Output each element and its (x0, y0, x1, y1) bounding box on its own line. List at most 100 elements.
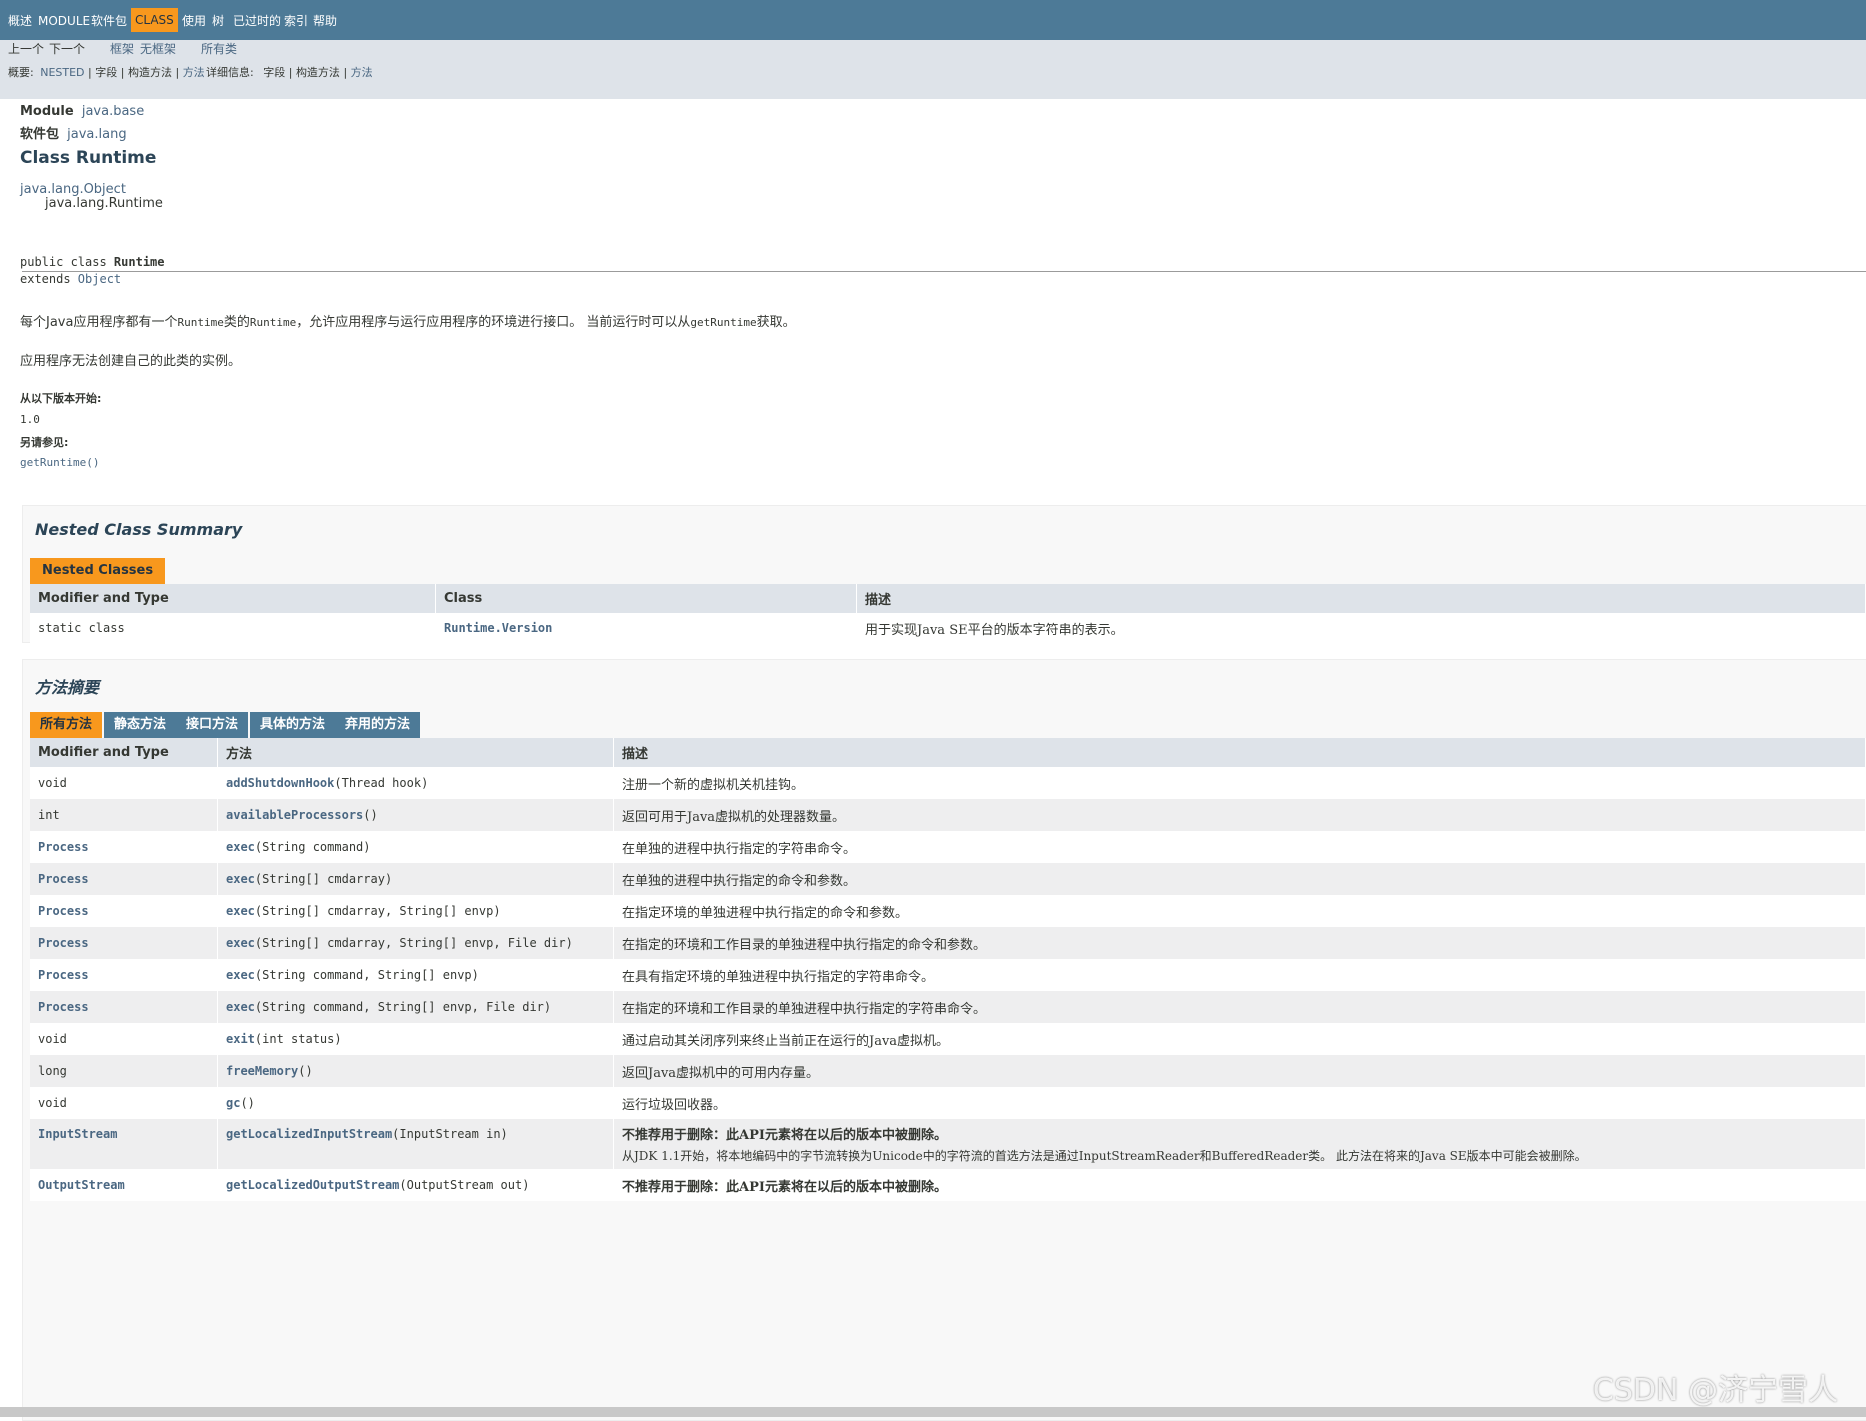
since-label: 从以下版本开始: (20, 392, 102, 405)
method-name-cell: getLocalizedInputStream(InputStream in) (217, 1119, 614, 1169)
method-name-cell: exec(String[] cmdarray, String[] envp, F… (217, 927, 614, 959)
method-desc-cell: 运行垃圾回收器。 (613, 1087, 1866, 1119)
summary-method-link[interactable]: 方法 (183, 66, 205, 79)
method-type-cell: Process (30, 927, 218, 959)
package-label: 软件包 (20, 127, 60, 142)
next-class-link[interactable]: 下一个 (49, 40, 85, 57)
tab-interface-methods[interactable]: 接口方法 (176, 712, 249, 738)
no-frames-link[interactable]: 无框架 (140, 40, 176, 57)
method-desc-cell: 返回可用于Java虚拟机的处理器数量。 (613, 799, 1866, 831)
method-desc-cell: 不推荐用于删除：此API元素将在以后的版本中被删除。 (613, 1169, 1866, 1201)
method-params: (OutputStream out) (399, 1178, 530, 1192)
method-description: 在单独的进程中执行指定的命令和参数。 (622, 873, 857, 889)
package-link[interactable]: java.lang (67, 127, 126, 142)
nav-help[interactable]: 帮助 (313, 11, 337, 31)
tab-nested-classes[interactable]: Nested Classes (30, 558, 166, 584)
nav-tree[interactable]: 树 (212, 11, 224, 31)
horizontal-scrollbar[interactable] (0, 1407, 1866, 1417)
detail-constructor-text: 构造方法 (295, 66, 340, 79)
tab-concrete-methods[interactable]: 具体的方法 (250, 712, 336, 738)
table-row: void gc() 运行垃圾回收器。 (30, 1087, 1866, 1119)
table-row: Process exec(String[] cmdarray) 在单独的进程中执行指… (30, 863, 1866, 895)
method-link[interactable]: getLocalizedInputStream (226, 1127, 392, 1141)
signature-superclass-link[interactable]: Object (78, 272, 121, 286)
desc-text: 获取。 (756, 315, 796, 330)
method-description: 在指定环境的单独进程中执行指定的命令和参数。 (622, 905, 909, 921)
see-also-getruntime-link[interactable]: getRuntime() (20, 456, 99, 469)
method-name-cell: gc() (217, 1087, 614, 1119)
detail-method-link[interactable]: 方法 (351, 66, 373, 79)
method-return-type: long (38, 1064, 67, 1078)
method-link[interactable]: exec (226, 968, 255, 982)
tab-all-methods[interactable]: 所有方法 (30, 712, 103, 738)
method-type-cell: Process (30, 959, 218, 991)
nav-class[interactable]: CLASS (131, 8, 178, 32)
module-label: Module (20, 104, 74, 119)
detail-links: 详细信息: 字段 | 构造方法 | 方法 (206, 64, 373, 80)
nav-index[interactable]: 索引 (284, 11, 308, 31)
nav-use[interactable]: 使用 (182, 11, 206, 31)
method-link[interactable]: exec (226, 1000, 255, 1014)
method-link[interactable]: exec (226, 872, 255, 886)
nested-summary-heading: Nested Class Summary (35, 520, 243, 539)
method-return-type[interactable]: Process (38, 872, 89, 886)
method-return-type[interactable]: Process (38, 904, 89, 918)
method-desc-cell: 在单独的进程中执行指定的字符串命令。 (613, 831, 1866, 863)
nested-class-summary: Nested Class Summary Nested Classes Modi… (22, 505, 1866, 643)
prev-class-link[interactable]: 上一个 (8, 40, 44, 57)
nav-package[interactable]: 软件包 (91, 11, 127, 31)
nested-class-link[interactable]: Runtime.Version (444, 621, 552, 635)
method-description: 在指定的环境和工作目录的单独进程中执行指定的字符串命令。 (622, 1001, 987, 1017)
method-return-type[interactable]: InputStream (38, 1127, 117, 1141)
method-desc-cell: 在指定的环境和工作目录的单独进程中执行指定的字符串命令。 (613, 991, 1866, 1023)
method-type-cell: long (30, 1055, 218, 1087)
method-type-cell: InputStream (30, 1119, 218, 1169)
summary-nested-link[interactable]: NESTED (40, 66, 84, 79)
method-link[interactable]: exec (226, 904, 255, 918)
method-name-cell: exec(String[] cmdarray, String[] envp) (217, 895, 614, 927)
desc-text: 每个Java应用程序都有一个 (20, 315, 178, 330)
nav-deprecated[interactable]: 已过时的 (233, 11, 281, 31)
method-return-type[interactable]: Process (38, 936, 89, 950)
method-description: 运行垃圾回收器。 (622, 1097, 727, 1113)
table-header-row: Modifier and Type 方法 描述 (30, 738, 1866, 767)
method-link[interactable]: freeMemory (226, 1064, 298, 1078)
method-link[interactable]: gc (226, 1096, 240, 1110)
all-classes-link[interactable]: 所有类 (201, 40, 237, 57)
pipe-sep: | (175, 66, 180, 79)
tab-static-methods[interactable]: 静态方法 (104, 712, 177, 738)
method-params: (InputStream in) (392, 1127, 508, 1141)
method-name-cell: availableProcessors() (217, 799, 614, 831)
method-params: (String[] cmdarray) (254, 872, 393, 886)
method-type-cell: void (30, 767, 218, 799)
detail-field-text: 字段 (263, 66, 286, 79)
method-link[interactable]: availableProcessors (226, 808, 363, 822)
method-link[interactable]: addShutdownHook (226, 776, 334, 790)
method-link[interactable]: exit (226, 1032, 255, 1046)
method-return-type[interactable]: Process (38, 968, 89, 982)
method-params: (String command) (254, 840, 371, 854)
inheritance-parent-link[interactable]: java.lang.Object (20, 182, 126, 197)
method-return-type[interactable]: Process (38, 1000, 89, 1014)
method-desc-cell: 在单独的进程中执行指定的命令和参数。 (613, 863, 1866, 895)
module-link[interactable]: java.base (82, 104, 144, 119)
method-description: 通过启动其关闭序列来终止当前正在运行的Java虚拟机。 (622, 1033, 950, 1049)
method-return-type: void (38, 1032, 67, 1046)
nav-module[interactable]: MODULE (38, 11, 90, 31)
method-return-type[interactable]: OutputStream (38, 1178, 125, 1192)
tab-deprecated-methods[interactable]: 弃用的方法 (335, 712, 421, 738)
method-link[interactable]: getLocalizedOutputStream (226, 1178, 399, 1192)
method-type-cell: void (30, 1087, 218, 1119)
method-desc-cell: 在指定的环境和工作目录的单独进程中执行指定的命令和参数。 (613, 927, 1866, 959)
nav-overview[interactable]: 概述 (8, 11, 32, 31)
col-class: Class (435, 584, 857, 613)
method-link[interactable]: exec (226, 936, 255, 950)
col-method: 方法 (217, 738, 614, 767)
method-desc-cell: 注册一个新的虚拟机关机挂钩。 (613, 767, 1866, 799)
method-return-type: void (38, 776, 67, 790)
method-return-type[interactable]: Process (38, 840, 89, 854)
method-link[interactable]: exec (226, 840, 255, 854)
table-row: InputStream getLocalizedInputStream(Input… (30, 1119, 1866, 1169)
nested-class-table: Modifier and Type Class 描述 static class … (30, 584, 1866, 643)
frames-link[interactable]: 框架 (110, 40, 134, 57)
